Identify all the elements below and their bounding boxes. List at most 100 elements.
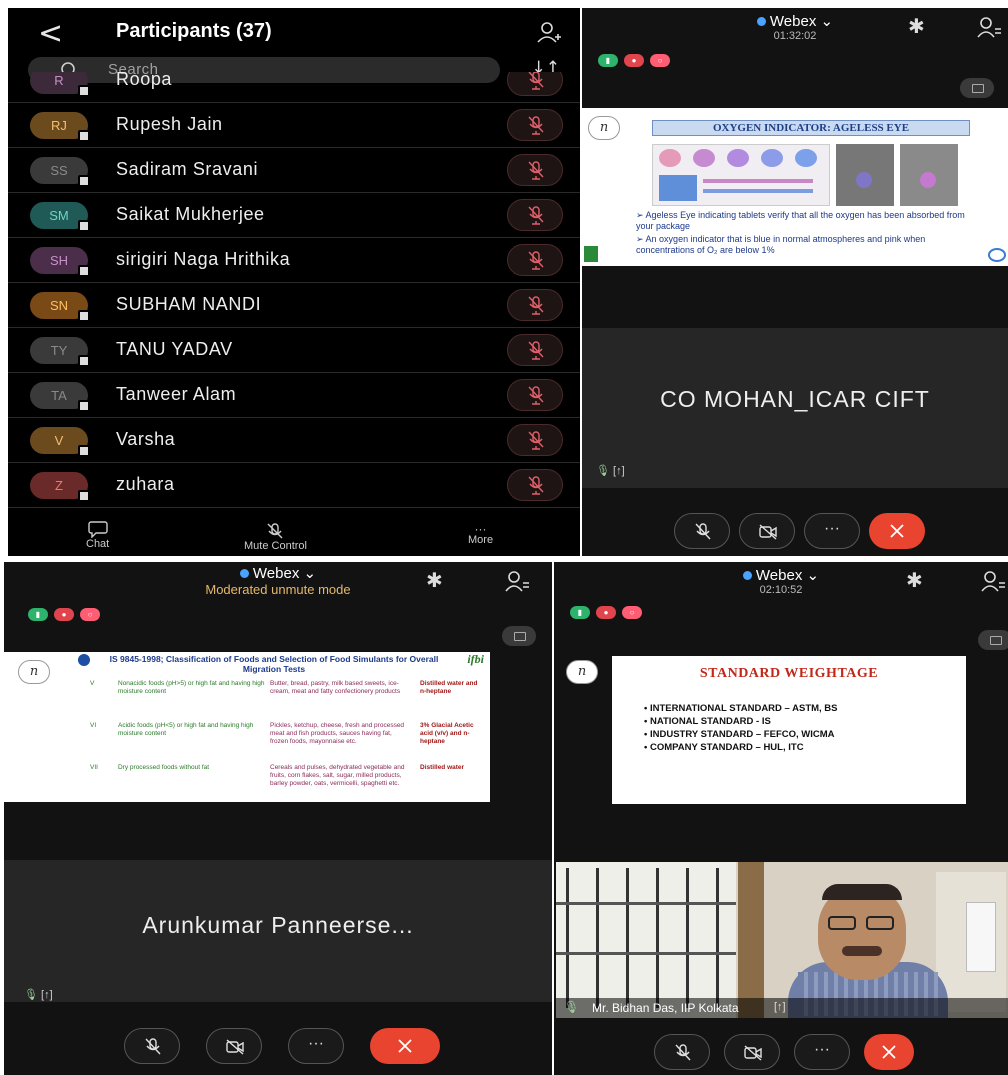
bluetooth-icon[interactable]: ✱ <box>906 568 923 592</box>
shared-slide: IS 9845-1998; Classification of Foods an… <box>74 652 490 802</box>
layout-button[interactable] <box>978 630 1008 650</box>
more-icon: ··· <box>474 522 487 536</box>
participant-name: SUBHAM NANDI <box>116 294 262 314</box>
more-options-button[interactable]: ··· <box>794 1034 850 1070</box>
leave-meeting-button[interactable] <box>370 1028 440 1064</box>
participant-mute-button[interactable] <box>507 424 563 456</box>
slide-bullet: • INTERNATIONAL STANDARD – ASTM, BS <box>644 702 954 715</box>
participant-mute-button[interactable] <box>507 154 563 186</box>
meeting-controls: ··· <box>4 1028 552 1068</box>
device-icon <box>78 310 90 322</box>
participant-row[interactable]: R Roopa <box>8 72 580 103</box>
participant-row[interactable]: SN SUBHAM NANDI <box>8 283 580 328</box>
layout-button[interactable] <box>960 78 994 98</box>
table-cell-simulant: Distilled water <box>420 764 465 771</box>
device-icon <box>78 130 90 142</box>
lock-icon: ○ <box>622 606 642 619</box>
participant-row[interactable]: TY TANU YADAV <box>8 328 580 373</box>
slide-bullet-1: ➢ Ageless Eye indicating tablets verify … <box>636 210 965 231</box>
bis-logo <box>78 654 90 666</box>
mute-control-button[interactable]: Mute Control <box>244 522 307 552</box>
indicator-diagram <box>652 144 830 206</box>
bluetooth-icon[interactable]: ✱ <box>908 14 925 38</box>
participant-mute-button[interactable] <box>507 334 563 366</box>
avatar: SH <box>30 247 90 277</box>
video-button[interactable] <box>206 1028 262 1064</box>
shared-slide-left: n <box>4 652 74 802</box>
participants-title: Participants (37) <box>116 20 272 42</box>
meeting-app-title[interactable]: Webex ⌄ <box>554 566 1008 584</box>
chat-button[interactable]: Chat <box>86 520 109 550</box>
meeting-app-title[interactable]: Webex ⌄ <box>4 564 552 582</box>
leave-meeting-button[interactable] <box>864 1034 914 1070</box>
participants-icon[interactable] <box>980 570 1006 592</box>
slide-bullet: • NATIONAL STANDARD - IS <box>644 715 954 728</box>
table-row-number: VII <box>90 764 98 771</box>
mute-control-label: Mute Control <box>244 540 307 552</box>
meeting-view-3: Webex ⌄ 02:10:52 ✱ ▮ ● ○ n STANDARD WEIGHT… <box>554 562 1008 1075</box>
table-row-number: V <box>90 680 95 687</box>
participant-mute-button[interactable] <box>507 199 563 231</box>
avatar: RJ <box>30 112 90 142</box>
table-cell-simulant: 3% Glacial Acetic acid (v/v) and n-hepta… <box>420 722 474 745</box>
participant-row[interactable]: TA Tanweer Alam <box>8 373 580 418</box>
institute-logo <box>584 246 598 262</box>
mic-on-icon: 🎙 <box>564 1000 580 1014</box>
participant-name: TANU YADAV <box>116 339 233 359</box>
participant-name: Rupesh Jain <box>116 114 223 134</box>
participant-list: R Roopa RJ Rupesh Jain SS Sadiram Sravani SM Sa… <box>8 72 580 519</box>
participant-mute-button[interactable] <box>507 379 563 411</box>
participants-icon[interactable] <box>976 16 1002 38</box>
mic-off-icon <box>675 1044 691 1061</box>
participant-row[interactable]: Zzuhara <box>8 463 580 508</box>
video-off-icon <box>226 1039 244 1055</box>
mic-off-icon <box>528 206 544 225</box>
speaker-face <box>818 884 906 980</box>
participant-row[interactable]: SM Saikat Mukherjee <box>8 193 580 238</box>
mic-off-icon <box>145 1038 161 1055</box>
avatar: SN <box>30 292 90 322</box>
participant-name: Roopa <box>116 72 173 89</box>
annotate-button[interactable]: n <box>566 660 598 684</box>
speaker-name-bar: 🎙 Mr. Bidhan Das, IIP Kolkata [↑] <box>556 998 1008 1018</box>
participant-mute-button[interactable] <box>507 289 563 321</box>
participants-icon[interactable] <box>504 570 530 592</box>
mute-button[interactable] <box>124 1028 180 1064</box>
participant-mute-button[interactable] <box>507 469 563 501</box>
signal-icon: ▮ <box>28 608 48 621</box>
bluetooth-icon[interactable]: ✱ <box>426 568 443 592</box>
table-cell-examples: Pickles, ketchup, cheese, fresh and proc… <box>270 722 405 745</box>
add-participant-icon[interactable] <box>536 20 562 46</box>
participant-mute-button[interactable] <box>507 72 563 96</box>
slide-bullet-text: COMPANY STANDARD – HUL, ITC <box>649 742 804 753</box>
participant-row[interactable]: SH sirigiri Naga Hrithika <box>8 238 580 283</box>
annotate-button[interactable]: n <box>588 116 620 140</box>
meeting-app-title[interactable]: Webex ⌄ <box>582 12 1008 30</box>
table-cell-simulant: Distilled water and n-heptane <box>420 680 478 695</box>
mic-off-icon <box>528 72 544 90</box>
more-options-button[interactable]: ··· <box>288 1028 344 1064</box>
video-button[interactable] <box>739 513 795 549</box>
participant-row[interactable]: RJ Rupesh Jain <box>8 103 580 148</box>
slide-bullet: • COMPANY STANDARD – HUL, ITC <box>644 741 954 754</box>
leave-meeting-button[interactable] <box>869 513 925 549</box>
recording-icon: ● <box>624 54 644 67</box>
layout-button[interactable] <box>502 626 536 646</box>
video-button[interactable] <box>724 1034 780 1070</box>
video-door-frame <box>738 862 764 1018</box>
mute-button[interactable] <box>674 513 730 549</box>
participant-mute-button[interactable] <box>507 109 563 141</box>
slide-title: OXYGEN INDICATOR: AGELESS EYE <box>712 122 910 134</box>
mic-off-icon <box>695 523 711 540</box>
more-options-button[interactable]: ··· <box>804 513 860 549</box>
annotate-button[interactable]: n <box>18 660 50 684</box>
participant-row[interactable]: SS Sadiram Sravani <box>8 148 580 193</box>
participant-row[interactable]: V Varsha <box>8 418 580 463</box>
more-button[interactable]: ··· More <box>468 522 493 546</box>
meeting-timer: 01:32:02 <box>773 30 817 42</box>
mic-off-icon <box>528 251 544 270</box>
mute-button[interactable] <box>654 1034 710 1070</box>
participant-mute-button[interactable] <box>507 244 563 276</box>
back-button[interactable]: < <box>38 16 63 51</box>
table-cell-food: Nonacidic foods (pH>5) or high fat and h… <box>118 680 265 695</box>
